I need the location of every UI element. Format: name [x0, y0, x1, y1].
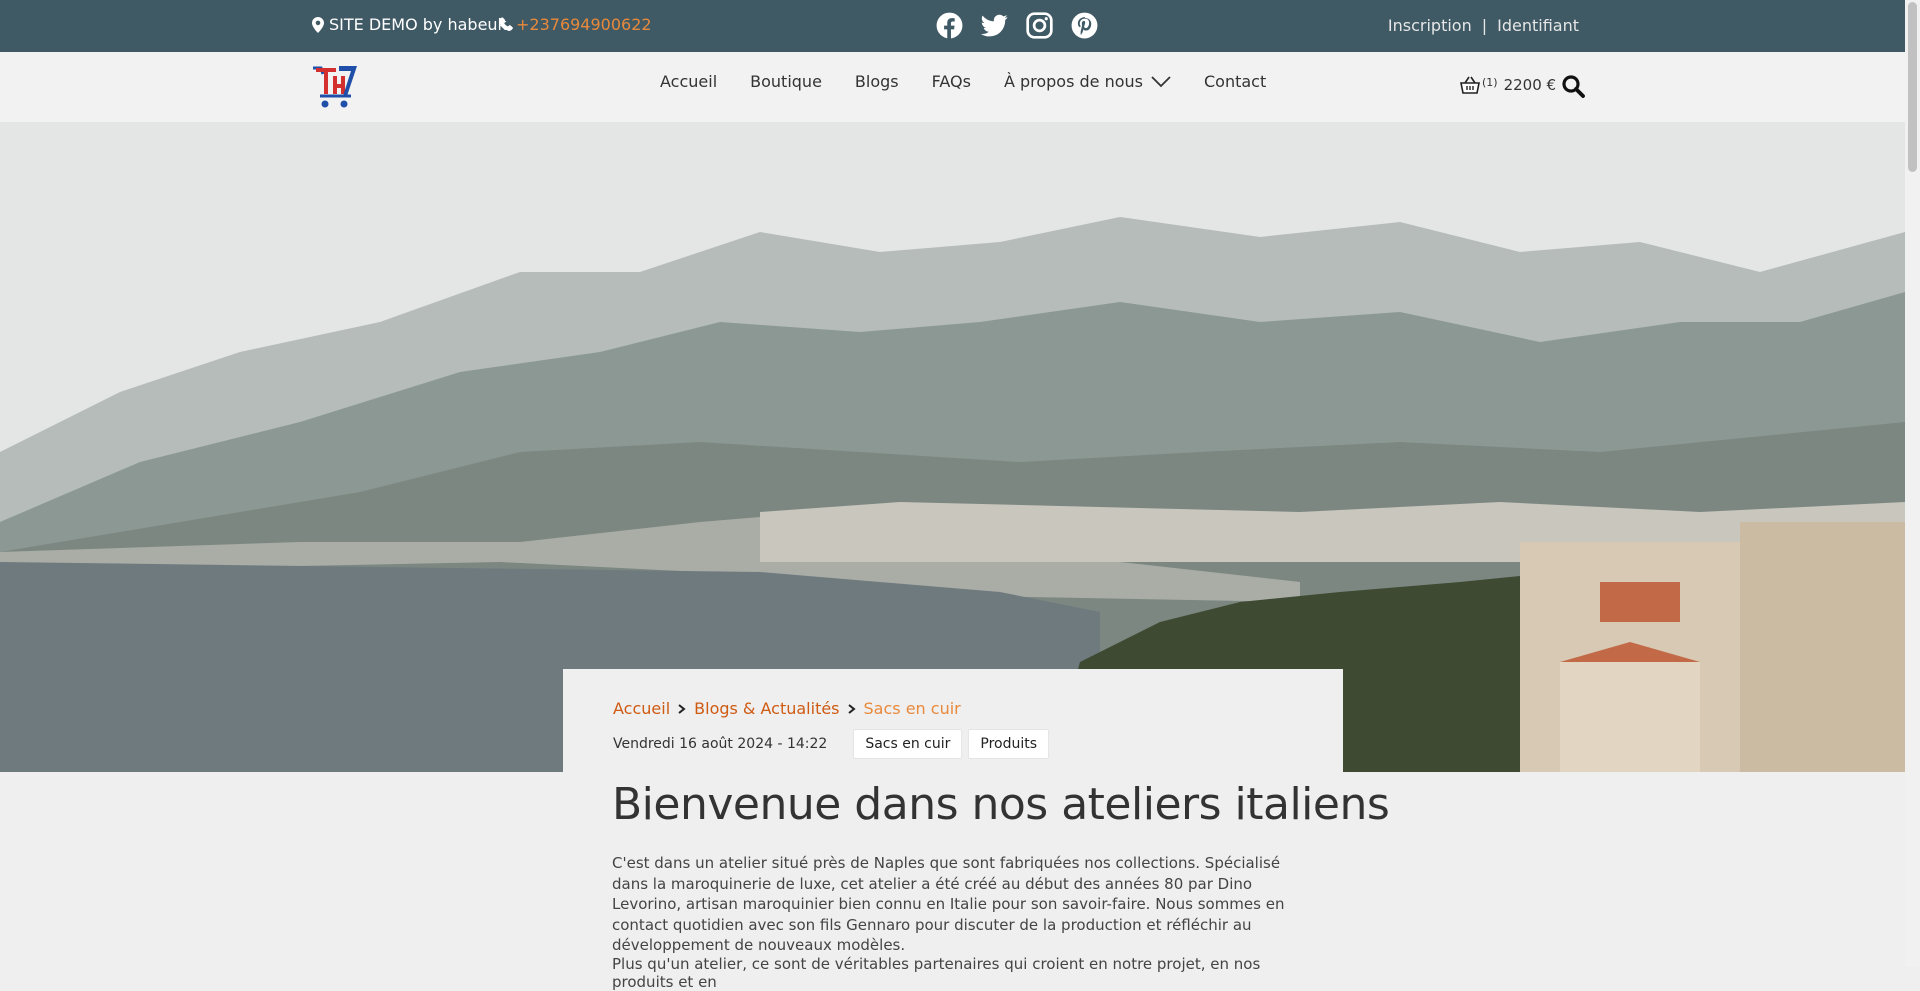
cart-total: 2200 € — [1503, 76, 1557, 94]
site-phone[interactable]: +237694900622 — [498, 15, 652, 34]
login-link[interactable]: Identifiant — [1497, 16, 1579, 35]
site-location: SITE DEMO by habeuk. — [312, 15, 512, 34]
auth-links: Inscription | Identifiant — [1388, 16, 1579, 35]
chevron-right-icon — [847, 703, 856, 714]
primary-menu: Accueil Boutique Blogs FAQs À propos de … — [660, 72, 1266, 91]
site-logo[interactable] — [311, 64, 358, 110]
site-label: SITE DEMO by habeuk. — [329, 15, 512, 34]
social-links — [936, 12, 1098, 39]
chevron-down-icon[interactable] — [1151, 75, 1171, 88]
tag-sacs-en-cuir[interactable]: Sacs en cuir — [853, 729, 963, 759]
breadcrumb-blogs[interactable]: Blogs & Actualités — [694, 699, 839, 718]
main-nav: Accueil Boutique Blogs FAQs À propos de … — [0, 52, 1905, 122]
instagram-icon[interactable] — [1026, 12, 1053, 39]
breadcrumb-home[interactable]: Accueil — [613, 699, 670, 718]
cart-summary[interactable]: (1) 2200 € — [1460, 76, 1556, 94]
menu-item-faqs[interactable]: FAQs — [932, 72, 971, 91]
page-scrollbar[interactable] — [1905, 0, 1920, 967]
cart-count: (1) — [1482, 75, 1498, 89]
tag-produits[interactable]: Produits — [968, 729, 1050, 759]
search-icon[interactable] — [1561, 74, 1585, 98]
breadcrumb: Accueil Blogs & Actualités Sacs en cuir — [613, 699, 961, 718]
phone-icon — [499, 17, 513, 31]
top-bar: SITE DEMO by habeuk. +237694900622 Inscr… — [0, 0, 1905, 52]
auth-separator: | — [1481, 16, 1488, 35]
menu-item-accueil[interactable]: Accueil — [660, 72, 717, 91]
twitter-icon[interactable] — [981, 12, 1008, 39]
menu-item-boutique[interactable]: Boutique — [750, 72, 822, 91]
article-date: Vendredi 16 août 2024 - 14:22 — [613, 736, 828, 752]
menu-item-about-label: À propos de nous — [1003, 72, 1143, 91]
menu-item-contact[interactable]: Contact — [1204, 72, 1266, 91]
article-paragraph: C'est dans un atelier situé près de Napl… — [612, 854, 1285, 954]
scrollbar-thumb[interactable] — [1908, 2, 1917, 172]
menu-item-about[interactable]: À propos de nous — [1004, 72, 1171, 91]
breadcrumb-current: Sacs en cuir — [863, 699, 961, 718]
article-meta: Vendredi 16 août 2024 - 14:22 Sacs en cu… — [613, 729, 1050, 759]
article-paragraph-partial: Plus qu'un atelier, ce sont de véritable… — [612, 955, 1261, 991]
article-title: Bienvenue dans nos ateliers italiens — [612, 779, 1390, 830]
map-pin-icon — [312, 16, 324, 33]
pinterest-icon[interactable] — [1071, 12, 1098, 39]
menu-item-blogs[interactable]: Blogs — [855, 72, 899, 91]
register-link[interactable]: Inscription — [1388, 16, 1472, 35]
phone-link[interactable]: +237694900622 — [516, 15, 652, 34]
facebook-icon[interactable] — [936, 12, 963, 39]
basket-icon — [1460, 76, 1480, 94]
chevron-right-icon — [678, 703, 686, 714]
